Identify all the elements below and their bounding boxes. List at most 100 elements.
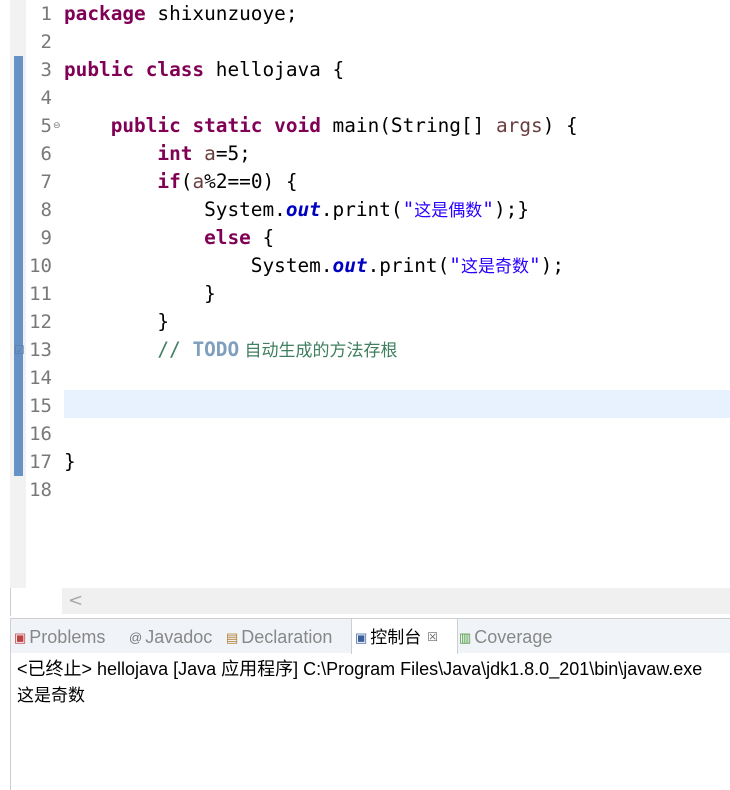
editor-left-margin <box>0 0 10 588</box>
bottom-panel: ▣ Problems @ Javadoc ▤ Declaration ▣ 控制台 ☒ ▥ C… <box>10 618 730 790</box>
statement-end: ); <box>540 254 565 277</box>
method-signature-end: ) { <box>542 114 578 137</box>
coverage-icon: ▥ <box>459 630 472 645</box>
keyword-class: class <box>145 58 205 81</box>
line-number: 5 <box>40 115 52 137</box>
tab-problems[interactable]: ▣ Problems <box>14 619 105 653</box>
keyword-public: public <box>110 114 181 137</box>
line-number: 9 <box>40 227 52 249</box>
static-field-out: out <box>285 198 321 221</box>
line-number: 17 <box>29 451 52 473</box>
class-declaration: hellojava { <box>204 58 345 81</box>
line-number: 3 <box>40 59 52 81</box>
string-literal: "这是奇数" <box>449 254 540 277</box>
keyword-public: public <box>64 58 135 81</box>
package-name: shixunzuoye; <box>145 2 298 25</box>
tab-label: 控制台 <box>370 628 422 648</box>
string-text: 这是奇数 <box>460 257 529 277</box>
line-number: 16 <box>29 423 52 445</box>
string-literal: "这是偶数" <box>403 198 494 221</box>
brace-open: { <box>250 226 275 249</box>
quote: " <box>528 254 541 277</box>
horizontal-scrollbar[interactable]: < <box>62 588 730 614</box>
keyword-else: else <box>204 226 251 249</box>
tab-label: Javadoc <box>145 627 213 647</box>
tab-javadoc[interactable]: @ Javadoc <box>129 619 212 653</box>
method-signature: main(String[] <box>320 114 496 137</box>
task-marker-icon[interactable]: ☑ <box>14 336 25 364</box>
assignment: =5; <box>215 142 251 165</box>
code-line-6: int a=5; <box>64 140 730 168</box>
quote: " <box>482 198 494 221</box>
line-number: 8 <box>40 199 52 221</box>
code-line-9: else { <box>64 224 730 252</box>
line-number: 11 <box>29 283 52 305</box>
code-line-10: System.out.print("这是奇数"); <box>64 252 730 280</box>
keyword-package: package <box>64 2 146 25</box>
tab-label: Problems <box>29 627 106 647</box>
code-line-3: public class hellojava { <box>64 56 730 84</box>
code-line-12: } <box>64 308 730 336</box>
close-icon[interactable]: ☒ <box>427 630 438 644</box>
tab-label: Coverage <box>474 627 553 647</box>
comment-slashes: // <box>157 338 193 361</box>
paren-open: ( <box>180 170 193 193</box>
console-output[interactable]: 这是奇数 <box>17 683 85 709</box>
line-number: 7 <box>40 171 52 193</box>
keyword-void: void <box>274 114 321 137</box>
line-number: 6 <box>40 143 52 165</box>
code-editor[interactable]: 1 2 3 4 5 6 7 8 9 10 11 12 13 14 15 16 1… <box>0 0 730 588</box>
code-line-7: if(a%2==0) { <box>64 168 730 196</box>
brace-close: } <box>157 310 170 333</box>
line-number: 14 <box>29 367 52 389</box>
print-call: .print( <box>367 254 450 277</box>
code-line-8: System.out.print("这是偶数");} <box>64 196 730 224</box>
variable-a: a <box>192 170 205 193</box>
tab-console[interactable]: ▣ 控制台 ☒ <box>351 619 458 654</box>
problems-icon: ▣ <box>14 630 27 645</box>
keyword-if: if <box>157 170 181 193</box>
code-line-13: // TODO 自动生成的方法存根 <box>64 336 730 364</box>
line-number: 2 <box>40 31 52 53</box>
panel-tab-bar: ▣ Problems @ Javadoc ▤ Declaration ▣ 控制台 ☒ ▥ C… <box>11 619 730 654</box>
parameter-args: args <box>496 114 543 137</box>
string-text: 这是偶数 <box>414 201 483 221</box>
line-number: 15 <box>29 395 52 417</box>
tab-coverage[interactable]: ▥ Coverage <box>459 619 552 653</box>
brace-close: } <box>204 282 216 305</box>
fold-collapse-icon[interactable]: ⊖ <box>53 112 61 140</box>
declaration-icon: ▤ <box>226 630 239 645</box>
tab-declaration[interactable]: ▤ Declaration <box>226 619 332 653</box>
code-line-1: package shixunzuoye; <box>64 0 730 28</box>
brace-close: } <box>64 450 76 473</box>
keyword-int: int <box>157 142 193 165</box>
quote: " <box>402 198 415 221</box>
console-icon: ▣ <box>355 630 368 645</box>
change-marker-bar <box>14 56 23 476</box>
system-ref: System. <box>250 254 333 277</box>
scroll-left-icon[interactable]: < <box>68 589 83 613</box>
tab-label: Declaration <box>241 627 333 647</box>
keyword-static: static <box>192 114 263 137</box>
line-number: 1 <box>40 3 52 25</box>
comment-text: 自动生成的方法存根 <box>239 341 398 361</box>
code-area[interactable]: package shixunzuoye; public class helloj… <box>64 0 730 588</box>
quote: " <box>449 254 461 277</box>
line-number: 13 <box>29 339 52 361</box>
code-line-5: public static void main(String[] args) { <box>64 112 730 140</box>
statement-end: );} <box>493 198 529 221</box>
condition: %2==0) { <box>204 170 298 193</box>
line-number: 18 <box>29 479 52 501</box>
line-number-ruler: 1 2 3 4 5 6 7 8 9 10 11 12 13 14 15 16 1… <box>26 0 62 588</box>
console-header: <已终止> hellojava [Java 应用程序] C:\Program F… <box>17 659 703 679</box>
static-field-out: out <box>332 254 368 277</box>
system-ref: System. <box>204 198 286 221</box>
line-number: 12 <box>29 311 52 333</box>
print-call: .print( <box>320 198 403 221</box>
code-line-17: } <box>64 448 730 476</box>
code-line-11: } <box>64 280 730 308</box>
line-number: 10 <box>29 255 52 277</box>
todo-tag: TODO <box>192 338 240 361</box>
variable-a: a <box>204 142 216 165</box>
line-number: 4 <box>40 87 52 109</box>
